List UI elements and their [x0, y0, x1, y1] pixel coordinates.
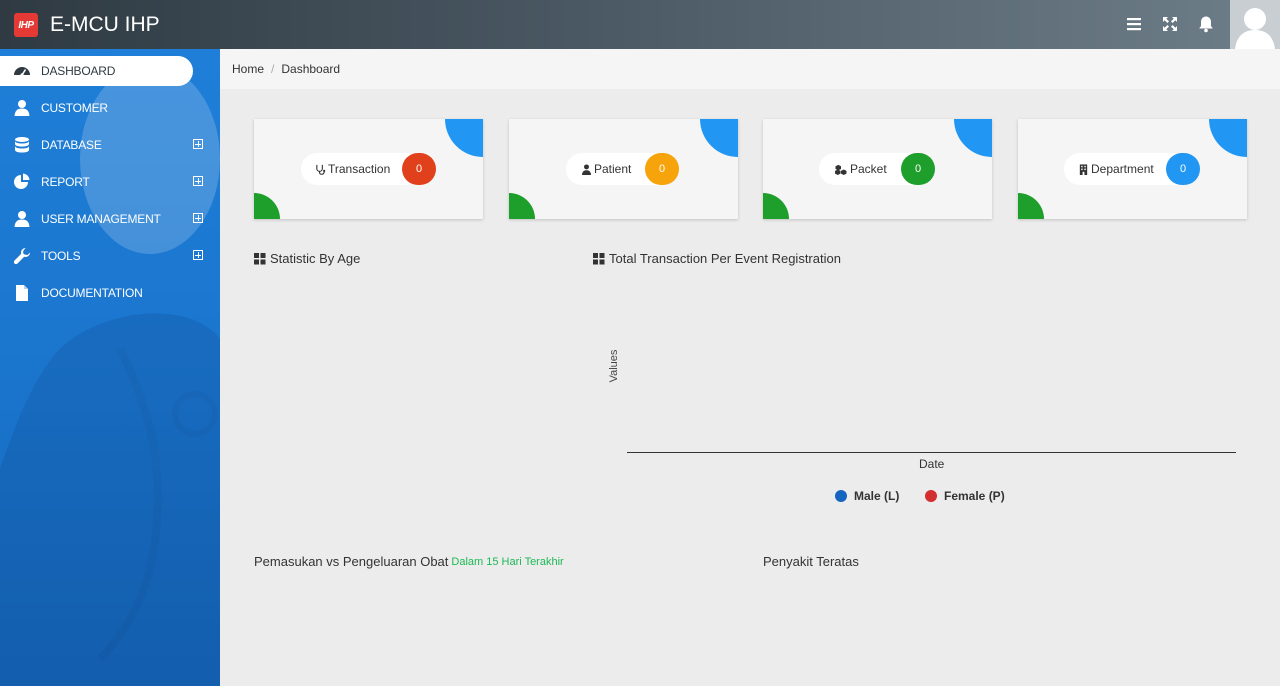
sidebar-item-label: REPORT	[41, 175, 90, 189]
section-title-text: Statistic By Age	[270, 251, 361, 266]
top-diseases-title: Penyakit Teratas	[763, 554, 859, 569]
user-icon	[14, 211, 30, 227]
packet-card[interactable]: Packet 0	[763, 119, 992, 219]
legend-label: Male (L)	[854, 489, 900, 503]
sidebar-item-label: CUSTOMER	[41, 101, 108, 115]
breadcrumb: Home / Dashboard	[220, 49, 1280, 89]
hamburger-menu-icon[interactable]	[1124, 14, 1144, 34]
card-label: Packet	[850, 162, 887, 176]
grid-icon	[593, 252, 605, 264]
patient-card[interactable]: Patient 0	[509, 119, 738, 219]
fullscreen-icon[interactable]	[1160, 14, 1180, 34]
card-decoration	[509, 193, 535, 219]
sidebar-item-label: USER MANAGEMENT	[41, 212, 161, 226]
expand-plus-icon[interactable]	[193, 250, 203, 260]
sidebar-item-database[interactable]: DATABASE	[0, 130, 220, 160]
sidebar-item-dashboard[interactable]: DASHBOARD	[0, 56, 193, 86]
user-icon	[581, 163, 592, 175]
card-decoration	[1209, 119, 1247, 157]
app-title: E-MCU IHP	[50, 13, 160, 36]
legend-dot	[925, 490, 937, 502]
document-icon	[16, 285, 28, 301]
card-label: Patient	[594, 162, 632, 176]
sidebar-item-report[interactable]: REPORT	[0, 167, 220, 197]
chart-y-axis-label: Values	[608, 349, 620, 383]
sidebar-item-user-management[interactable]: USER MANAGEMENT	[0, 204, 220, 234]
card-label: Transaction	[328, 162, 391, 176]
breadcrumb-separator: /	[271, 62, 275, 76]
card-decoration	[700, 119, 738, 157]
top-bar: IHP E-MCU IHP	[0, 0, 1280, 49]
expand-plus-icon[interactable]	[193, 139, 203, 149]
breadcrumb-home-link[interactable]: Home	[232, 62, 264, 76]
wrench-icon	[13, 248, 30, 265]
grid-icon	[254, 252, 266, 264]
statistic-by-age-title: Statistic By Age	[254, 251, 360, 266]
card-count-badge: 0	[1166, 153, 1200, 185]
card-count-badge: 0	[901, 153, 935, 185]
card-decoration	[763, 193, 789, 219]
legend-item-male[interactable]: Male (L)	[835, 489, 899, 503]
database-icon	[15, 137, 29, 153]
chart-x-axis-line	[627, 452, 1236, 453]
section-subtitle: Dalam 15 Hari Terakhir	[451, 555, 564, 568]
card-decoration	[1018, 193, 1044, 219]
pie-chart-icon	[14, 173, 30, 189]
chart-x-axis-label: Date	[919, 457, 945, 471]
user-avatar[interactable]	[1230, 0, 1280, 49]
section-title-text: Total Transaction Per Event Registration	[609, 251, 841, 266]
card-label: Department	[1091, 162, 1154, 176]
app-logo[interactable]: IHP	[14, 13, 38, 37]
section-title-text: Penyakit Teratas	[763, 554, 859, 569]
transaction-card[interactable]: Transaction 0	[254, 119, 483, 219]
sidebar-item-customer[interactable]: CUSTOMER	[0, 93, 220, 123]
cubes-icon	[835, 164, 847, 175]
notification-bell-icon[interactable]	[1196, 14, 1216, 34]
sidebar-item-label: DASHBOARD	[41, 64, 116, 78]
sidebar: DASHBOARD CUSTOMER DATABASE REPORT USER …	[0, 49, 220, 686]
department-card[interactable]: Department 0	[1018, 119, 1247, 219]
medicine-flow-title: Pemasukan vs Pengeluaran Obat Dalam 15 H…	[254, 554, 564, 569]
sidebar-item-label: DATABASE	[41, 138, 102, 152]
sidebar-item-tools[interactable]: TOOLS	[0, 241, 220, 271]
legend-dot	[835, 490, 847, 502]
legend-label: Female (P)	[944, 489, 1005, 503]
user-icon	[14, 100, 30, 116]
card-decoration	[445, 119, 483, 157]
sidebar-item-label: DOCUMENTATION	[41, 286, 143, 300]
card-decoration	[254, 193, 280, 219]
total-transaction-title: Total Transaction Per Event Registration	[593, 251, 841, 266]
section-title-text: Pemasukan vs Pengeluaran Obat	[254, 554, 449, 569]
card-count-badge: 0	[645, 153, 679, 185]
breadcrumb-current: Dashboard	[281, 62, 341, 76]
dashboard-icon	[14, 67, 30, 77]
stethoscope-icon	[316, 164, 326, 175]
expand-plus-icon[interactable]	[193, 176, 203, 186]
card-count-badge: 0	[402, 153, 436, 185]
legend-item-female[interactable]: Female (P)	[925, 489, 1005, 503]
expand-plus-icon[interactable]	[193, 213, 203, 223]
building-icon	[1079, 163, 1088, 175]
card-decoration	[954, 119, 992, 157]
sidebar-item-label: TOOLS	[41, 249, 81, 263]
sidebar-item-documentation[interactable]: DOCUMENTATION	[0, 278, 220, 308]
